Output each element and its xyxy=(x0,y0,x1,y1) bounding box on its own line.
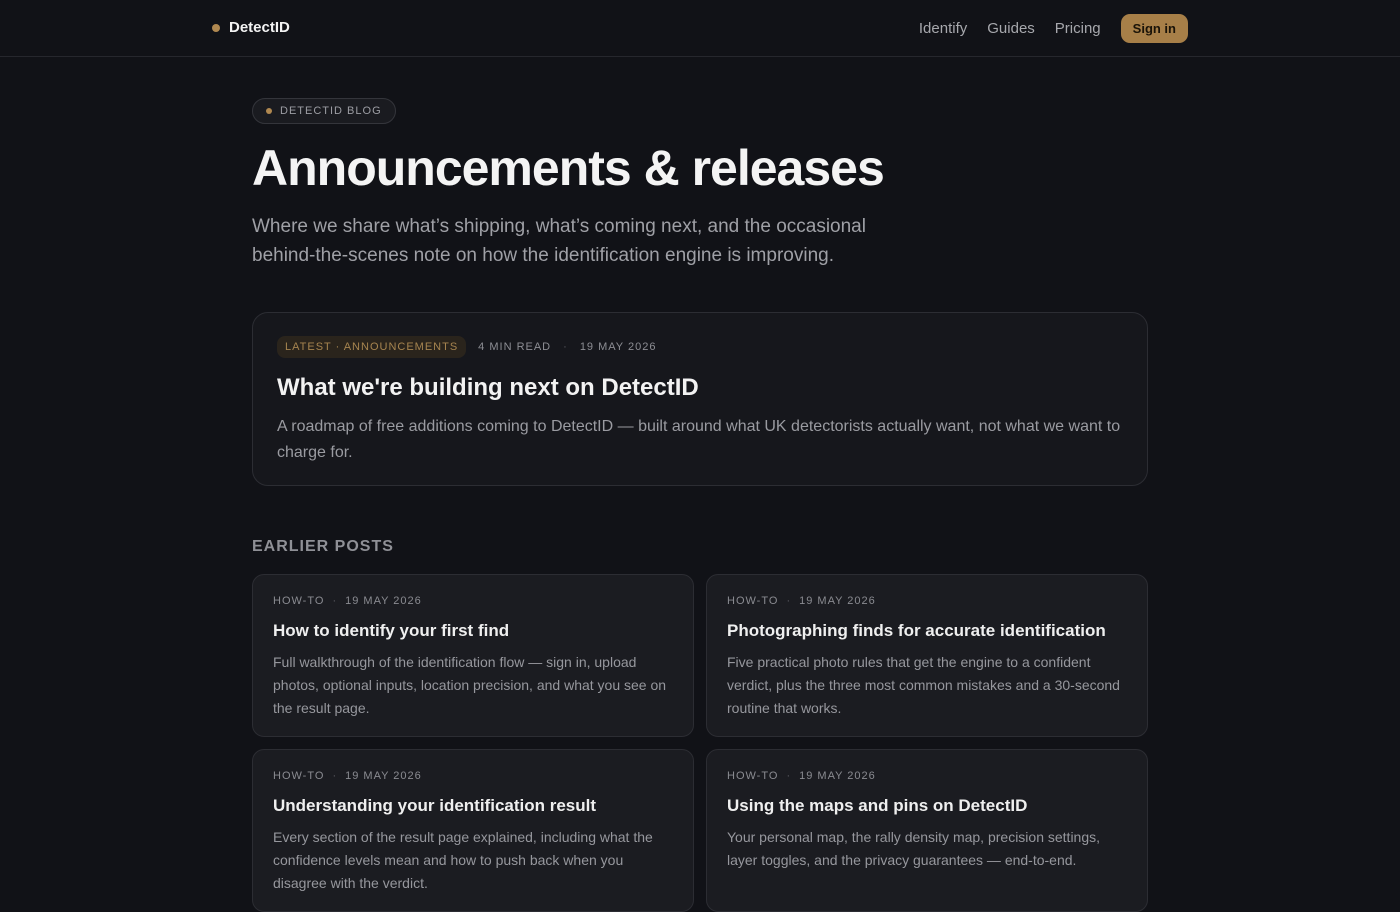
blog-pill: DETECTID BLOG xyxy=(252,98,396,124)
meta-separator: · xyxy=(332,595,338,607)
earlier-posts-grid: HOW-TO · 19 MAY 2026 How to identify you… xyxy=(252,574,1148,912)
post-category: HOW-TO xyxy=(273,595,325,607)
blog-main: DETECTID BLOG Announcements & releases W… xyxy=(252,98,1148,912)
featured-date: 19 MAY 2026 xyxy=(579,341,657,353)
meta-separator: · xyxy=(563,341,568,353)
post-meta: HOW-TO · 19 MAY 2026 xyxy=(727,595,1127,607)
post-category: HOW-TO xyxy=(273,770,325,782)
post-excerpt: Five practical photo rules that get the … xyxy=(727,654,1120,716)
sign-in-button[interactable]: Sign in xyxy=(1120,14,1188,43)
pill-dot-icon xyxy=(266,108,272,114)
nav-guides-link[interactable]: Guides xyxy=(987,20,1035,37)
post-category: HOW-TO xyxy=(727,595,779,607)
pill-label: DETECTID BLOG xyxy=(280,105,382,117)
meta-separator: · xyxy=(332,770,338,782)
post-card[interactable]: HOW-TO · 19 MAY 2026 Understanding your … xyxy=(252,749,694,912)
post-title[interactable]: Using the maps and pins on DetectID xyxy=(727,796,1127,816)
post-title[interactable]: Understanding your identification result xyxy=(273,796,673,816)
post-title[interactable]: How to identify your first find xyxy=(273,621,673,641)
meta-separator: · xyxy=(786,770,792,782)
earlier-posts-heading: EARLIER POSTS xyxy=(252,538,394,555)
post-date: 19 MAY 2026 xyxy=(345,595,422,607)
featured-title[interactable]: What we're building next on DetectID xyxy=(277,374,1123,402)
featured-meta: LATEST · ANNOUNCEMENTS 4 MIN READ · 19 M… xyxy=(277,336,1123,358)
meta-separator: · xyxy=(786,595,792,607)
main-nav: Identify Guides Pricing Sign in xyxy=(919,14,1188,43)
post-meta: HOW-TO · 19 MAY 2026 xyxy=(273,595,673,607)
page-title: Announcements & releases xyxy=(252,140,885,196)
nav-identify-link[interactable]: Identify xyxy=(919,20,967,37)
post-excerpt: Every section of the result page explain… xyxy=(273,829,653,891)
post-excerpt: Your personal map, the rally density map… xyxy=(727,829,1101,868)
featured-post-card[interactable]: LATEST · ANNOUNCEMENTS 4 MIN READ · 19 M… xyxy=(252,312,1148,486)
page-lead: Where we share what’s shipping, what’s c… xyxy=(252,216,866,266)
post-date: 19 MAY 2026 xyxy=(799,770,876,782)
post-category: HOW-TO xyxy=(727,770,779,782)
nav-pricing-link[interactable]: Pricing xyxy=(1055,20,1101,37)
post-title[interactable]: Photographing finds for accurate identif… xyxy=(727,621,1127,641)
post-date: 19 MAY 2026 xyxy=(799,595,876,607)
featured-excerpt: A roadmap of free additions coming to De… xyxy=(277,418,1121,461)
featured-tag: LATEST · ANNOUNCEMENTS xyxy=(277,336,467,358)
post-excerpt: Full walkthrough of the identification f… xyxy=(273,654,667,716)
featured-read-time: 4 MIN READ xyxy=(478,341,552,353)
post-date: 19 MAY 2026 xyxy=(345,770,422,782)
brand-logo[interactable]: DetectID xyxy=(212,19,290,36)
post-meta: HOW-TO · 19 MAY 2026 xyxy=(273,770,673,782)
brand-dot-icon xyxy=(212,23,220,32)
post-card[interactable]: HOW-TO · 19 MAY 2026 Photographing finds… xyxy=(706,574,1148,737)
top-navbar: DetectID Identify Guides Pricing Sign in xyxy=(0,0,1400,57)
post-card[interactable]: HOW-TO · 19 MAY 2026 How to identify you… xyxy=(252,574,694,737)
brand-name: DetectID xyxy=(229,19,290,36)
post-meta: HOW-TO · 19 MAY 2026 xyxy=(727,770,1127,782)
post-card[interactable]: HOW-TO · 19 MAY 2026 Using the maps and … xyxy=(706,749,1148,912)
